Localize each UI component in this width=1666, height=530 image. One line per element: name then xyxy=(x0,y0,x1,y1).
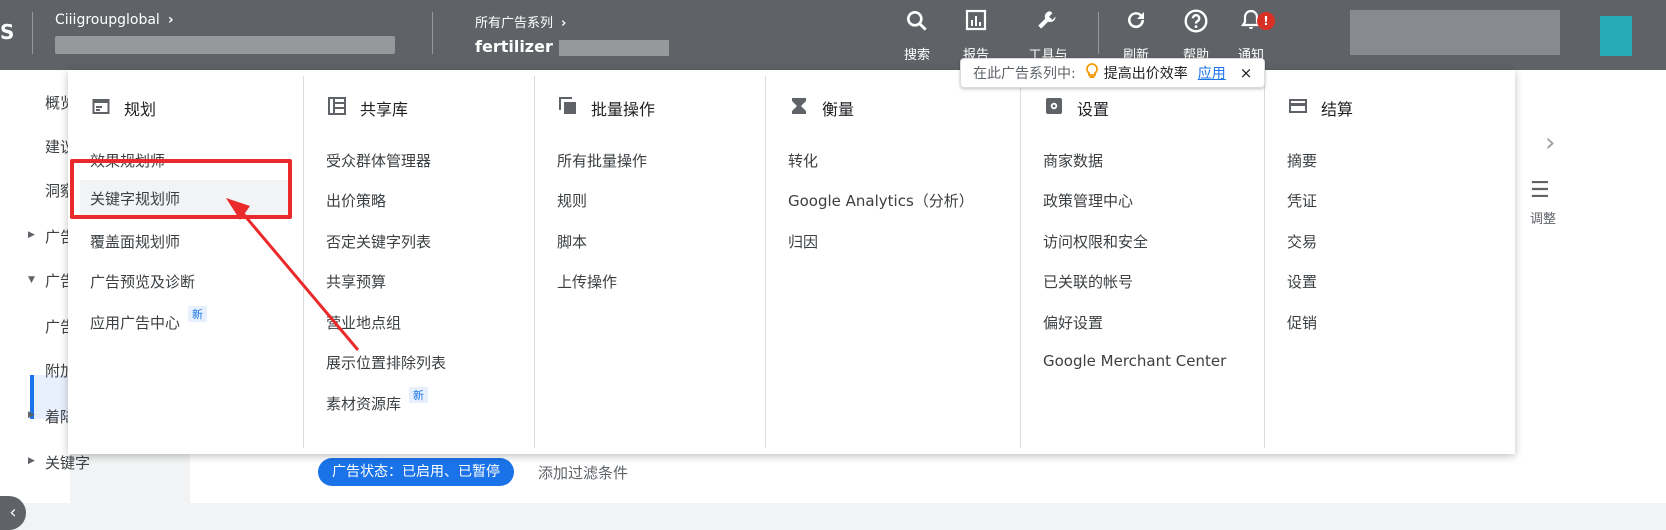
annotation-arrow xyxy=(226,198,360,351)
chevron-left-icon: ‹ xyxy=(9,502,17,523)
